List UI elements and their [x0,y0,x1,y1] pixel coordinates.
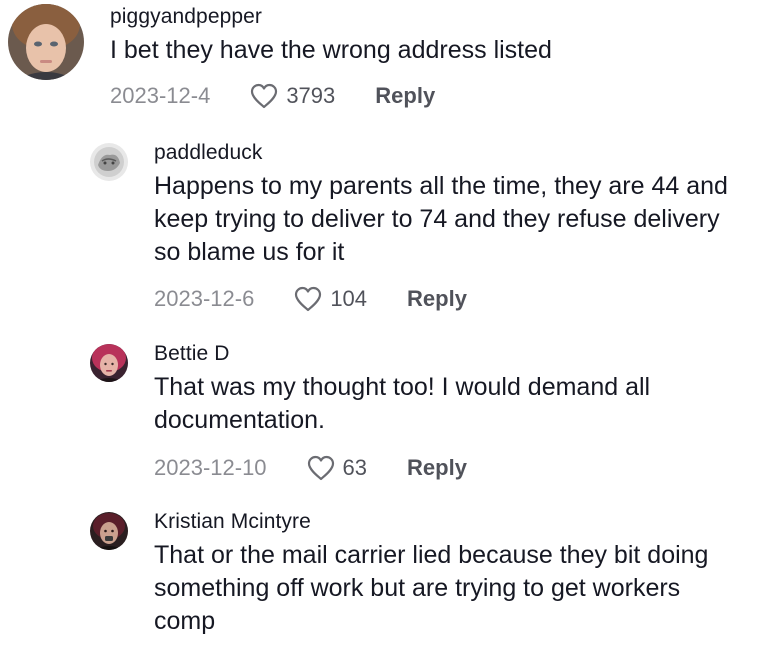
heart-icon [307,455,334,481]
comment-text-line: keep trying to deliver to 74 and they re… [154,205,720,233]
like-button[interactable]: 63 [307,455,367,481]
avatar[interactable] [90,143,128,181]
comment-text-line: That was my thought too! I would demand … [154,373,651,401]
comment: piggyandpepper I bet they have the wrong… [8,4,552,111]
heart-icon [251,83,278,109]
comment-date: 2023-12-4 [110,83,211,108]
comment-username[interactable]: paddleduck [154,140,728,166]
avatar[interactable] [90,344,128,382]
comment-reply: Bettie D That was my thought too! I woul… [90,341,650,483]
comment-text-line: documentation. [154,406,325,434]
comment-text-line: Happens to my parents all the time, they… [154,172,728,200]
comment-username[interactable]: Bettie D [154,341,650,367]
avatar-photo [8,4,84,80]
comment-username[interactable]: piggyandpepper [110,4,552,30]
avatar-photo [90,143,128,181]
like-count: 63 [342,455,368,480]
comment-meta: 2023-12-4 3793 Reply [110,81,552,111]
heart-icon [295,286,322,312]
comment-date: 2023-12-6 [154,286,255,311]
reply-button[interactable]: Reply [407,455,467,481]
avatar-photo [90,344,128,382]
comment-text-line: something off work but are trying to get… [154,574,681,602]
like-button[interactable]: 104 [294,286,367,312]
comment-reply: Kristian Mcintyre That or the mail carri… [90,509,708,638]
comment-username[interactable]: Kristian Mcintyre [154,509,708,535]
comment-reply: paddleduck Happens to my parents all the… [90,140,728,314]
comment-text-line: That or the mail carrier lied because th… [154,541,709,569]
comment-text: That was my thought too! I would demand … [154,371,650,437]
avatar-photo [90,512,128,550]
comment-text: I bet they have the wrong address listed [110,36,552,64]
like-count: 104 [330,286,368,311]
comment-text-line: comp [154,607,216,635]
like-count: 3793 [286,83,336,108]
avatar[interactable] [8,4,84,80]
comment-meta: 2023-12-10 63 Reply [154,453,650,483]
comment-meta: 2023-12-6 104 Reply [154,284,728,314]
comment-text-line: so blame us for it [154,238,345,266]
reply-button[interactable]: Reply [407,286,467,312]
comment-text: Happens to my parents all the time, they… [154,170,728,269]
avatar[interactable] [90,512,128,550]
comment-date: 2023-12-10 [154,455,267,480]
comment-text: That or the mail carrier lied because th… [154,539,708,638]
reply-button[interactable]: Reply [375,83,435,109]
like-button[interactable]: 3793 [250,83,335,109]
